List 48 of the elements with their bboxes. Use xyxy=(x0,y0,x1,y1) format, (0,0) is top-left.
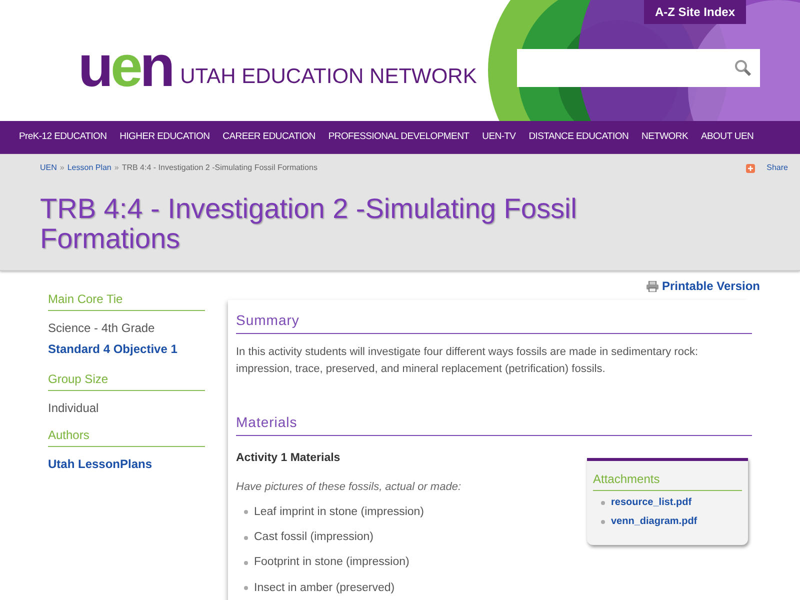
search-field[interactable] xyxy=(517,49,760,87)
sidebar-heading: Main Core Tie xyxy=(48,290,205,311)
site-index-button[interactable]: A-Z Site Index xyxy=(644,0,746,24)
attachments-heading: Attachments xyxy=(593,470,742,491)
search-icon[interactable] xyxy=(734,59,752,77)
summary-text: In this activity students will investigate four different ways fossils are made in sedimentary rock: impression, trace, preserved, and mineral replacement (petrification) fossils. xyxy=(236,345,699,377)
printer-icon xyxy=(646,280,659,292)
nav-link[interactable]: DISTANCE EDUCATION xyxy=(528,130,629,145)
materials-intro: Have pictures of these fossils, actual or made: xyxy=(236,480,462,496)
page-title: TRB 4:4 - Investigation 2 -Simulating Fossil Formations xyxy=(40,194,578,254)
bullet-icon xyxy=(244,560,248,565)
sidebar-text: Individual xyxy=(48,400,100,417)
sidebar-link[interactable]: Standard 4 Objective 1 xyxy=(48,340,205,358)
breadcrumb-separator: » xyxy=(114,162,119,174)
section-heading: Materials xyxy=(236,412,752,436)
material-item: Insect in amber (preserved) xyxy=(254,580,395,596)
attachment-link[interactable]: resource_list.pdf xyxy=(611,495,692,510)
site-name: UTAH EDUCATION NETWORK xyxy=(180,64,477,90)
attachment-link[interactable]: venn_diagram.pdf xyxy=(611,514,698,529)
material-item: Cast fossil (impression) xyxy=(254,530,374,545)
nav-link[interactable]: HIGHER EDUCATION xyxy=(120,130,210,145)
nav-link[interactable]: UEN-TV xyxy=(482,130,516,145)
sidebar-text: Science - 4th Grade xyxy=(48,320,156,337)
nav-link[interactable]: CAREER EDUCATION xyxy=(222,130,316,145)
nav-link[interactable]: PROFESSIONAL DEVELOPMENT xyxy=(328,130,470,145)
bullet-icon xyxy=(244,510,248,514)
nav-link[interactable]: ABOUT UEN xyxy=(700,130,754,145)
sidebar-heading: Group Size xyxy=(48,370,205,391)
nav-link[interactable]: PreK-12 EDUCATION xyxy=(19,130,107,145)
plus-icon[interactable] xyxy=(746,164,755,172)
printable-version-link[interactable]: Printable Version xyxy=(646,277,760,295)
material-item: Leaf imprint in stone (impression) xyxy=(254,504,424,520)
share-link[interactable]: Share xyxy=(766,162,788,174)
section-heading: Summary xyxy=(236,300,752,334)
bullet-icon xyxy=(244,586,248,590)
breadcrumb-separator: » xyxy=(60,162,64,174)
uen-logo[interactable]: uen xyxy=(78,42,172,92)
breadcrumb-link[interactable]: UEN xyxy=(40,162,57,174)
bullet-icon xyxy=(244,536,248,540)
nav-link[interactable]: NETWORK xyxy=(642,130,688,145)
sidebar-link[interactable]: Utah LessonPlans xyxy=(48,455,205,473)
material-item: Footprint in stone (impression) xyxy=(254,555,410,570)
sidebar-heading: Authors xyxy=(48,426,205,447)
materials-subheading: Activity 1 Materials xyxy=(236,451,342,466)
bullet-icon xyxy=(601,520,605,524)
breadcrumb-link[interactable]: Lesson Plan xyxy=(67,162,112,174)
bullet-icon xyxy=(601,500,605,504)
breadcrumb-current: TRB 4:4 - Investigation 2 -Simulating Fossil Formations xyxy=(122,162,318,174)
